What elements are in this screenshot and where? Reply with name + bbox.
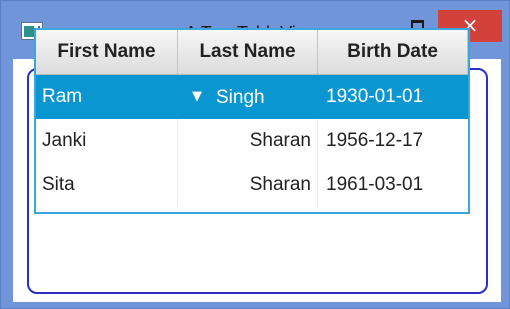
table-row[interactable]: Janki Sharan 1956-12-17	[36, 119, 468, 163]
tree-table-view[interactable]: First Name Last Name Birth Date Ram ▼ Sin…	[34, 28, 470, 214]
table-header: First Name Last Name Birth Date	[36, 30, 468, 75]
cell-last-name: Sharan	[178, 163, 318, 207]
application-window: A TreeTableView × First Name Last Name B…	[0, 0, 510, 309]
cell-last-name: Sharan	[178, 119, 318, 163]
cell-birth-date: 1956-12-17	[326, 130, 424, 151]
expand-arrow-icon[interactable]: ▼	[192, 75, 202, 119]
table-row-selected[interactable]: Ram ▼ Singh 1930-01-01	[36, 75, 468, 119]
cell-birth-date: 1961-03-01	[326, 174, 424, 195]
cell-first-name: Janki	[36, 119, 178, 163]
column-header-last-name[interactable]: Last Name	[178, 30, 318, 74]
cell-last-name: ▼ Singh	[178, 75, 318, 119]
table-row[interactable]: Sita Sharan 1961-03-01	[36, 163, 468, 207]
cell-last-name-text: Singh	[216, 87, 265, 108]
cell-birth-date: 1930-01-01	[326, 86, 424, 107]
column-header-birth-date[interactable]: Birth Date	[318, 30, 468, 74]
column-header-first-name[interactable]: First Name	[36, 30, 178, 74]
cell-first-name: Ram	[36, 75, 178, 119]
cell-first-name: Sita	[36, 163, 178, 207]
app-icon-pane	[24, 26, 34, 37]
